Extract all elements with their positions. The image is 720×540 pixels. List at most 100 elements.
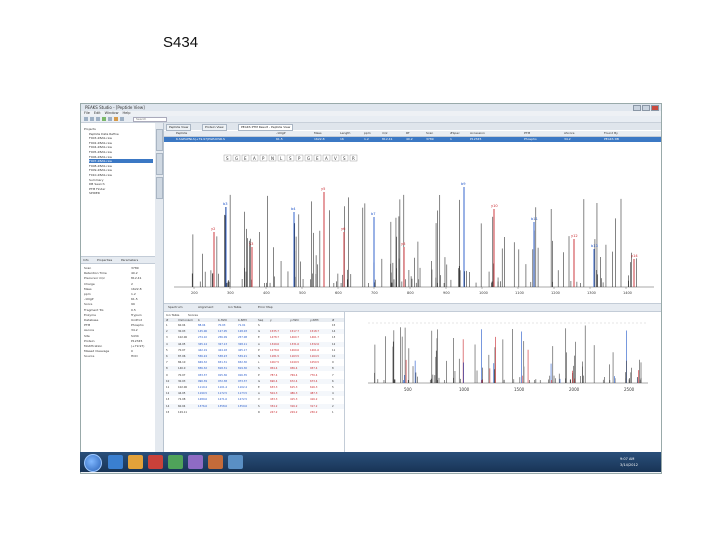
table-row[interactable]: 7 86.10 669.32 651.31 652.30 L 1067.5 1049.5 105… bbox=[164, 360, 344, 366]
table-cell: 787.4 bbox=[270, 373, 278, 377]
property-name: Database bbox=[84, 318, 99, 322]
export-icon[interactable] bbox=[114, 117, 118, 121]
help-icon[interactable] bbox=[120, 117, 124, 121]
table-cell: 1518.7 bbox=[310, 330, 320, 334]
psm-header-cell[interactable]: #Spec bbox=[450, 131, 460, 136]
tree-item[interactable]: DB Search bbox=[89, 182, 153, 186]
property-value: 40.2 bbox=[131, 271, 138, 276]
psm-header-cell[interactable]: Accession bbox=[470, 131, 485, 136]
table-row[interactable]: 2 30.03 145.06 127.05 128.03 G 1535.7 1517.7 151… bbox=[164, 329, 344, 335]
tree-item[interactable]: Peptide Data Refine bbox=[89, 132, 153, 136]
property-value: (+79.97) bbox=[131, 344, 145, 348]
tab-frag-scores[interactable]: Scores bbox=[188, 313, 198, 317]
app2-taskbar-icon[interactable] bbox=[188, 455, 203, 469]
tree-item[interactable]: F009-2BAS.raw bbox=[89, 168, 153, 172]
tree-item[interactable]: F007-2BAS.raw bbox=[89, 159, 153, 164]
table-cell: 1 bbox=[166, 324, 168, 327]
tab-alignment[interactable]: Alignment bbox=[198, 305, 213, 309]
table-cell: 669.32 bbox=[198, 361, 208, 365]
tab-info[interactable]: Info bbox=[83, 258, 89, 262]
psm-cell: 61.5 bbox=[276, 137, 283, 141]
table-row[interactable]: 3 102.06 274.10 256.09 257.08 E 1478.7 1460.7 14… bbox=[164, 335, 344, 341]
table-row[interactable]: 5 70.07 442.19 424.18 425.17 P 1278.6 1260.6 126… bbox=[164, 347, 344, 353]
x-tick-label: 700 bbox=[371, 291, 378, 295]
tree-item[interactable]: F005-2BAS.raw bbox=[89, 150, 153, 154]
app-taskbar-icon[interactable] bbox=[168, 455, 183, 469]
table-row[interactable]: 14 60.04 1376.6 1358.6 1359.6 S 334.2 316.2 317.… bbox=[164, 403, 344, 409]
psm-header-cell[interactable]: RT bbox=[406, 131, 410, 136]
table-cell: 652.30 bbox=[238, 361, 248, 365]
table-row[interactable]: 13 72.08 1289.6 1271.6 1272.5 V 433.3 415.3 416.… bbox=[164, 397, 344, 403]
table-cell: 10 bbox=[166, 379, 170, 383]
vtab-results[interactable] bbox=[156, 153, 163, 175]
tree-item[interactable]: Projects bbox=[84, 127, 148, 131]
tree-item[interactable]: F002-2BAS.raw bbox=[89, 141, 153, 145]
table-row[interactable]: 11 102.06 1119.4 1101.4 1102.4 E 633.3 615.3 616… bbox=[164, 385, 344, 390]
app3-taskbar-icon[interactable] bbox=[208, 455, 223, 469]
peak-label: y8 bbox=[401, 242, 406, 246]
psm-header-cell[interactable]: Peptide bbox=[176, 131, 187, 136]
folder-taskbar-icon[interactable] bbox=[128, 455, 143, 469]
psm-header-cell[interactable]: ppm bbox=[364, 131, 371, 136]
tab-ptm-result[interactable]: PEAKS PTM Result - Peptide View bbox=[238, 124, 294, 131]
table-row[interactable]: 8 140.0 836.32 818.31 819.30 S 954.4 936.4 937.4… bbox=[164, 366, 344, 372]
table-row[interactable]: 1 60.04 88.04 70.03 71.01 S 15 bbox=[164, 323, 344, 328]
table-cell: 1349.6 bbox=[270, 342, 280, 346]
media-taskbar-icon[interactable] bbox=[148, 455, 163, 469]
settings-icon[interactable] bbox=[108, 117, 112, 121]
table-row[interactable]: 4 44.05 345.14 327.13 328.11 A 1349.6 1331.6 133… bbox=[164, 341, 344, 347]
psm-header-cell[interactable]: Length bbox=[340, 131, 350, 136]
tree-item[interactable]: Summary bbox=[89, 178, 153, 182]
tab-protein-view[interactable]: Protein View bbox=[202, 124, 227, 131]
psm-header-cell[interactable]: Found By bbox=[604, 131, 618, 136]
table-row[interactable]: 10 30.03 990.39 972.38 973.37 G 690.4 672.4 673.… bbox=[164, 378, 344, 384]
tree-item[interactable]: F008-2BAS.raw bbox=[89, 164, 153, 168]
open-icon[interactable] bbox=[90, 117, 94, 121]
table-row[interactable]: 15 129.11 R 247.2 229.2 230.2 1 bbox=[164, 409, 344, 415]
frag-header-cell: y bbox=[270, 318, 272, 322]
psm-header-cell[interactable]: PTM bbox=[524, 131, 530, 136]
property-name: Source bbox=[84, 354, 95, 359]
psm-header-cell[interactable]: m/z bbox=[382, 131, 388, 136]
main-area: Peptide View Protein View PEAKS PTM Resu… bbox=[164, 123, 661, 453]
table-cell: 247.2 bbox=[270, 410, 278, 414]
table-cell: P bbox=[258, 373, 260, 377]
peaks-taskbar-icon[interactable] bbox=[228, 455, 243, 469]
table-row[interactable]: 6 87.06 556.24 538.23 539.21 N 1181.5 1163.5 116… bbox=[164, 354, 344, 359]
search-input[interactable]: Search bbox=[133, 117, 167, 122]
tab-parameters[interactable]: Parameters bbox=[121, 258, 138, 262]
vtab-filters[interactable] bbox=[156, 177, 163, 199]
new-project-icon[interactable] bbox=[84, 117, 88, 121]
table-row[interactable]: 12 44.05 1190.5 1172.5 1173.5 A 504.3 486.3 487.… bbox=[164, 391, 344, 397]
tree-item[interactable]: F004-2BAS.raw bbox=[89, 145, 153, 149]
tree-item[interactable]: F003-2BAS.raw bbox=[89, 136, 153, 140]
property-name: ppm bbox=[84, 292, 91, 296]
vtab-projects[interactable] bbox=[156, 129, 163, 151]
table-cell: G bbox=[258, 379, 261, 383]
frag-header-cell: Seq bbox=[258, 318, 264, 322]
start-button[interactable] bbox=[84, 454, 102, 472]
tab-ion-table[interactable]: Ion Table bbox=[228, 305, 241, 309]
psm-header-cell[interactable]: Scan bbox=[426, 131, 433, 136]
psm-header-cell[interactable]: -10lgP bbox=[276, 131, 285, 136]
run-icon[interactable] bbox=[102, 117, 106, 121]
tab-spectrum[interactable]: Spectrum bbox=[168, 305, 183, 309]
tree-item[interactable]: PTM Finder bbox=[89, 187, 153, 191]
table-row[interactable]: 9 70.07 933.37 915.36 916.35 P 787.4 769.4 770.4… bbox=[164, 372, 344, 378]
tree-item[interactable]: F006-2BAS.raw bbox=[89, 155, 153, 159]
psm-header-cell[interactable]: Mass bbox=[314, 131, 322, 136]
save-icon[interactable] bbox=[96, 117, 100, 121]
tree-item[interactable]: F010-2BAS.raw bbox=[89, 173, 153, 177]
table-cell: 1164.5 bbox=[310, 355, 320, 358]
table-cell: 12 bbox=[166, 392, 170, 396]
tab-error-map[interactable]: Error Map bbox=[258, 305, 273, 309]
table-cell: 425.17 bbox=[238, 348, 248, 352]
explorer-taskbar-icon[interactable] bbox=[108, 455, 123, 469]
psm-header-cell[interactable]: AScore bbox=[564, 131, 574, 136]
tab-properties[interactable]: Properties bbox=[97, 258, 112, 262]
table-cell: 769.4 bbox=[290, 373, 298, 377]
tab-peptide-view[interactable]: Peptide View bbox=[166, 124, 192, 131]
psm-table-row[interactable]: K.SGEAPNLS(+79.97)PGEAVSR.S 61.5 1622.8 16 1… bbox=[164, 137, 661, 142]
tree-item[interactable]: SPIDER bbox=[89, 191, 153, 195]
tab-frag-table[interactable]: Ion Table bbox=[166, 313, 179, 317]
